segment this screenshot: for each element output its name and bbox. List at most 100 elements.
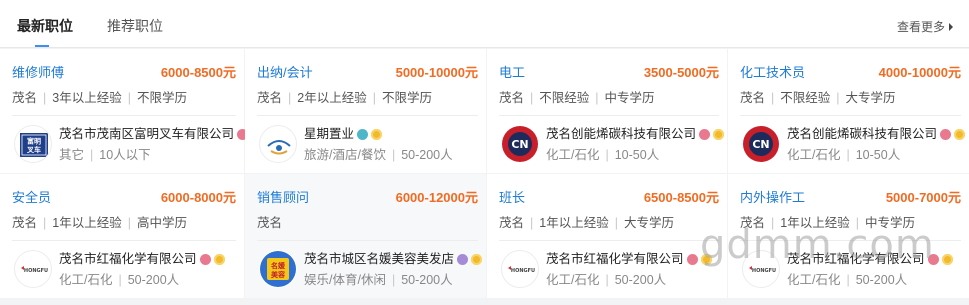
job-education: 大专学历 xyxy=(623,216,674,230)
job-experience: 2年以上经验 xyxy=(297,91,367,105)
company-logo[interactable]: HONGFU xyxy=(14,250,52,288)
company-name-row: 茂名市城区名媛美容美发店 xyxy=(304,251,483,267)
job-title[interactable]: 电工 xyxy=(499,65,525,81)
job-title[interactable]: 内外操作工 xyxy=(740,190,805,206)
company-logo[interactable]: HONGFU xyxy=(501,250,539,288)
svg-text:叉车: 叉车 xyxy=(26,145,41,154)
job-location: 茂名 xyxy=(257,91,283,105)
job-title[interactable]: 销售顾问 xyxy=(257,190,309,206)
job-card[interactable]: 电工 3500-5000元 茂名 | 不限经验 | 中专学历 CN 茂名创能烯碳科技有限… xyxy=(487,49,727,173)
verified-badge-icon xyxy=(927,253,939,265)
gold-medal-icon xyxy=(954,128,966,140)
company-industry: 化工/石化 xyxy=(546,273,600,287)
company-name[interactable]: 茂名市红福化学有限公司 xyxy=(546,251,684,267)
gold-medal-icon xyxy=(471,253,483,265)
job-card[interactable]: 化工技术员 4000-10000元 茂名 | 不限经验 | 大专学历 CN 茂名创能烯碳… xyxy=(728,49,969,173)
company-logo[interactable]: HONGFU xyxy=(742,250,780,288)
company-logo[interactable]: CN xyxy=(742,125,780,163)
active-tab-indicator xyxy=(35,45,49,47)
company-meta: 化工/石化 | 50-200人 xyxy=(546,273,667,287)
job-grid: 维修师傅 6000-8500元 茂名 | 3年以上经验 | 不限学历 富明 叉车 茂名市茂… xyxy=(0,49,969,305)
job-card[interactable]: 安全员 6000-8000元 茂名 | 1年以上经验 | 高中学历 HONGFU 茂名市… xyxy=(0,174,244,298)
company-logo[interactable]: CN xyxy=(501,125,539,163)
gold-medal-icon xyxy=(941,253,953,265)
company-size: 10-50人 xyxy=(855,148,901,162)
job-location: 茂名 xyxy=(12,216,38,230)
job-title[interactable]: 出纳/会计 xyxy=(257,65,313,81)
job-card[interactable]: 维修师傅 6000-8500元 茂名 | 3年以上经验 | 不限学历 富明 叉车 茂名市茂… xyxy=(0,49,249,173)
job-education: 不限学历 xyxy=(136,91,187,105)
job-salary: 6000-8000元 xyxy=(160,190,236,205)
job-experience: 1年以上经验 xyxy=(539,216,609,230)
job-location: 茂名 xyxy=(740,216,766,230)
job-title[interactable]: 安全员 xyxy=(12,190,51,206)
company-size: 10-50人 xyxy=(614,148,660,162)
company-name[interactable]: 茂名市红福化学有限公司 xyxy=(59,251,197,267)
company-logo[interactable] xyxy=(259,125,297,163)
card-divider xyxy=(12,115,236,116)
company-meta: 化工/石化 | 10-50人 xyxy=(787,148,901,162)
company-size: 50-200人 xyxy=(401,273,453,287)
company-meta: 化工/石化 | 50-200人 xyxy=(59,273,180,287)
job-title[interactable]: 化工技术员 xyxy=(740,65,805,81)
caret-right-icon xyxy=(949,22,953,31)
job-requirements: 茂名 | 2年以上经验 | 不限学历 xyxy=(257,91,432,105)
gold-medal-icon xyxy=(700,253,712,265)
job-education: 中专学历 xyxy=(864,216,915,230)
company-industry: 娱乐/体育/休闲 xyxy=(304,273,386,287)
logo-text: HONGFU xyxy=(752,268,776,274)
job-requirements: 茂名 | 不限经验 | 中专学历 xyxy=(499,91,655,105)
job-location: 茂名 xyxy=(499,91,525,105)
job-experience: 1年以上经验 xyxy=(780,216,850,230)
company-industry: 其它 xyxy=(59,148,85,162)
verified-badge-icon xyxy=(199,253,211,265)
job-requirements: 茂名 | 3年以上经验 | 不限学历 xyxy=(12,91,187,105)
tab-recommended-jobs[interactable]: 推荐职位 xyxy=(107,17,163,35)
company-name[interactable]: 茂名市红福化学有限公司 xyxy=(787,251,925,267)
job-requirements: 茂名 xyxy=(257,215,282,231)
company-logo[interactable]: 富明 叉车 xyxy=(14,125,52,163)
job-requirements: 茂名 | 1年以上经验 | 中专学历 xyxy=(740,216,915,230)
job-education: 大专学历 xyxy=(845,91,896,105)
verified-badge-icon xyxy=(357,128,369,140)
company-name-row: 茂名市茂南区富明叉车有限公司 xyxy=(59,126,249,142)
company-name[interactable]: 茂名市茂南区富明叉车有限公司 xyxy=(59,126,234,142)
job-salary: 3500-5000元 xyxy=(643,65,719,80)
job-salary: 5000-7000元 xyxy=(885,190,961,205)
tab-latest-jobs[interactable]: 最新职位 xyxy=(17,17,73,35)
company-meta: 旅游/酒店/餐饮 | 50-200人 xyxy=(304,148,453,162)
job-card[interactable]: 出纳/会计 5000-10000元 茂名 | 2年以上经验 | 不限学历 星期置业 旅游… xyxy=(245,49,486,173)
job-location: 茂名 xyxy=(12,91,38,105)
verified-badge-icon xyxy=(699,128,711,140)
company-meta: 其它 | 10人以下 xyxy=(59,148,151,162)
gold-medal-icon xyxy=(213,253,225,265)
verified-badge-icon xyxy=(940,128,952,140)
job-card[interactable]: 内外操作工 5000-7000元 茂名 | 1年以上经验 | 中专学历 HONGFU 茂… xyxy=(728,174,969,298)
job-title[interactable]: 维修师傅 xyxy=(12,65,64,81)
job-card[interactable]: 班长 6500-8500元 茂名 | 1年以上经验 | 大专学历 HONGFU 茂名市红… xyxy=(487,174,727,298)
job-title[interactable]: 班长 xyxy=(499,190,525,206)
card-divider xyxy=(740,115,961,116)
view-more-label: 查看更多 xyxy=(896,20,945,34)
company-logo[interactable]: 名媛 美容 xyxy=(259,250,297,288)
company-industry: 化工/石化 xyxy=(787,273,841,287)
company-name-row: 星期置业 xyxy=(304,126,383,142)
logo-text: HONGFU xyxy=(511,268,535,274)
company-name[interactable]: 茂名市城区名媛美容美发店 xyxy=(304,251,454,267)
job-requirements: 茂名 | 不限经验 | 大专学历 xyxy=(740,91,896,105)
company-name[interactable]: 茂名创能烯碳科技有限公司 xyxy=(787,126,937,142)
job-experience: 1年以上经验 xyxy=(52,216,122,230)
svg-text:名媛: 名媛 xyxy=(271,261,286,270)
job-location: 茂名 xyxy=(257,216,283,230)
job-location: 茂名 xyxy=(740,91,766,105)
job-experience: 不限经验 xyxy=(539,91,590,105)
view-more-link[interactable]: 查看更多 xyxy=(897,18,953,35)
company-name[interactable]: 星期置业 xyxy=(304,126,354,142)
card-divider xyxy=(499,115,719,116)
card-divider xyxy=(740,240,961,241)
svg-text:富明: 富明 xyxy=(27,137,41,146)
company-meta: 化工/石化 | 10-50人 xyxy=(546,148,660,162)
job-card[interactable]: 销售顾问 6000-12000元 茂名 名媛 美容 茂名市城区名媛美容美发店 娱乐… xyxy=(245,174,486,298)
company-name[interactable]: 茂名创能烯碳科技有限公司 xyxy=(546,126,696,142)
svg-text:美容: 美容 xyxy=(271,270,285,279)
